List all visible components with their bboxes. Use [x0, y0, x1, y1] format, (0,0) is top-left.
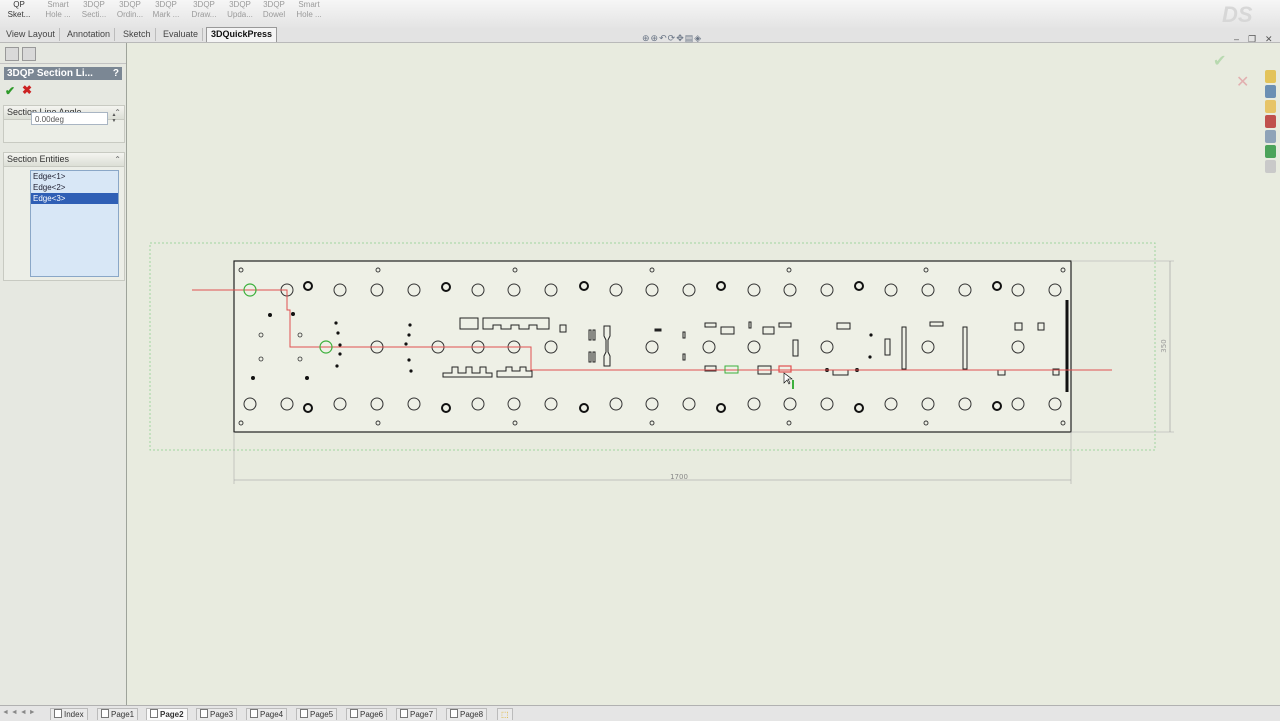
list-item[interactable]: Edge<1> — [31, 171, 118, 182]
width-dimension-text[interactable]: 1700 — [670, 473, 688, 481]
confirm-ok-icon[interactable]: ✔ — [1213, 51, 1226, 70]
collapse-chevron-icon[interactable]: ⌃ — [114, 153, 121, 166]
add-sheet-icon[interactable]: ⬚ — [497, 708, 513, 720]
page-icon — [450, 709, 458, 718]
section-line-button[interactable]: 3DQP Secti... — [76, 0, 112, 26]
x-icon[interactable]: ✖ — [22, 83, 32, 97]
sheet-tabs-bar: ◄◄◄► Index Page1 Page2 Page3 Page4 Page5… — [0, 705, 1280, 721]
page-icon — [200, 709, 208, 718]
custom-properties-icon[interactable] — [1265, 160, 1276, 173]
home-icon[interactable] — [1265, 70, 1276, 83]
tab-3dquickpress[interactable]: 3DQuickPress — [206, 27, 278, 42]
section-entities-list[interactable]: Edge<1> Edge<2> Edge<3> — [30, 170, 119, 277]
library-icon[interactable] — [1265, 115, 1276, 128]
ordinate-button[interactable]: 3DQP Ordin... — [112, 0, 148, 26]
dowel-button[interactable]: 3DQP Dowel — [256, 0, 292, 26]
smart-hole-button-2[interactable]: Smart Hole ... — [291, 0, 327, 26]
drawing-canvas[interactable]: ✔ ✕ 1700 350 — [127, 43, 1280, 705]
page-icon — [400, 709, 408, 718]
sheet-tab-page1[interactable]: Page1 — [97, 708, 139, 720]
sketch-button-label1: QP — [13, 0, 25, 9]
help-icon[interactable]: ? — [113, 67, 119, 80]
height-dimension-text[interactable]: 350 — [1160, 339, 1168, 352]
display-style-icon[interactable]: ▤ — [685, 33, 695, 43]
sketch-button[interactable]: QP Sket... — [2, 0, 36, 26]
brand-logo: DS — [1222, 2, 1253, 27]
appearance-icon[interactable] — [1265, 145, 1276, 158]
view-palette-icon[interactable] — [1265, 130, 1276, 143]
zoom-area-icon[interactable]: ⊕ — [651, 33, 660, 43]
angle-spinner[interactable]: ▲ ▼ — [110, 112, 118, 125]
confirm-cancel-icon[interactable]: ✕ — [1236, 72, 1249, 91]
page-icon — [54, 709, 62, 718]
tab-view-layout[interactable]: View Layout — [2, 28, 60, 41]
page-icon — [101, 709, 109, 718]
tab-annotation[interactable]: Annotation — [63, 28, 116, 41]
page-icon — [150, 709, 158, 718]
previous-view-icon[interactable]: ↶ — [659, 33, 668, 43]
list-item-selected[interactable]: Edge<3> — [31, 193, 118, 204]
drawing-button[interactable]: 3DQP Draw... — [186, 0, 222, 26]
sheet-tab-page6[interactable]: Page6 — [346, 708, 388, 720]
sketch-button-label2: Sket... — [7, 10, 31, 19]
feature-tree-tab-icon[interactable] — [5, 47, 19, 61]
sheet-tab-page5[interactable]: Page5 — [296, 708, 338, 720]
property-manager-tab-icon[interactable] — [22, 47, 36, 61]
page-icon — [350, 709, 358, 718]
section-line-angle-group: Section Line Angle ⌃ 0.00deg ▲▼ — [3, 105, 125, 143]
list-item[interactable]: Edge<2> — [31, 182, 118, 193]
resources-icon[interactable] — [1265, 85, 1276, 98]
update-button[interactable]: 3DQP Upda... — [222, 0, 258, 26]
rotate-icon[interactable]: ⟳ — [668, 33, 677, 43]
sheet-tab-page3[interactable]: Page3 — [196, 708, 238, 720]
zoom-to-fit-icon[interactable]: ⊕ — [642, 33, 651, 43]
mark-button[interactable]: 3DQP Mark ... — [148, 0, 184, 26]
folder-icon[interactable] — [1265, 100, 1276, 113]
property-manager-title: 3DQP Section Li... ? — [4, 67, 122, 80]
smart-hole-button[interactable]: Smart Hole ... — [40, 0, 76, 26]
property-manager: 3DQP Section Li... ? ✔ ✖ Section Line An… — [0, 43, 127, 705]
task-pane-tabs — [1265, 70, 1278, 175]
page-icon — [250, 709, 258, 718]
sheet-nav-arrows[interactable]: ◄◄◄► — [2, 709, 38, 716]
cursor-feedback-icon — [792, 380, 794, 389]
section-entities-group: Section Entities ⌃ Edge<1> Edge<2> Edge<… — [3, 152, 125, 281]
sheet-tab-page8[interactable]: Page8 — [446, 708, 488, 720]
appearance-icon[interactable]: ◈ — [694, 33, 702, 43]
panel-tabs — [0, 43, 126, 64]
command-toolbar: QP Sket... Smart Hole ... 3DQP Secti... 3D… — [0, 0, 1280, 29]
angle-input[interactable]: 0.00deg — [31, 112, 108, 125]
command-tabs: View Layout Annotation Sketch Evaluate 3… — [0, 27, 1280, 43]
section-entities-header[interactable]: Section Entities ⌃ — [4, 153, 124, 167]
page-icon — [300, 709, 308, 718]
pan-icon[interactable]: ✥ — [676, 33, 685, 43]
sheet-tab-page4[interactable]: Page4 — [246, 708, 288, 720]
sheet-tab-index[interactable]: Index — [50, 708, 88, 720]
sheet-tab-page7[interactable]: Page7 — [396, 708, 438, 720]
checkmark-icon[interactable]: ✔ — [5, 84, 15, 98]
drawing-svg: ✔ ✕ 1700 350 — [149, 51, 1249, 484]
sheet-tab-page2[interactable]: Page2 — [146, 708, 188, 720]
tab-sketch[interactable]: Sketch — [119, 28, 156, 41]
tab-evaluate[interactable]: Evaluate — [159, 28, 204, 41]
